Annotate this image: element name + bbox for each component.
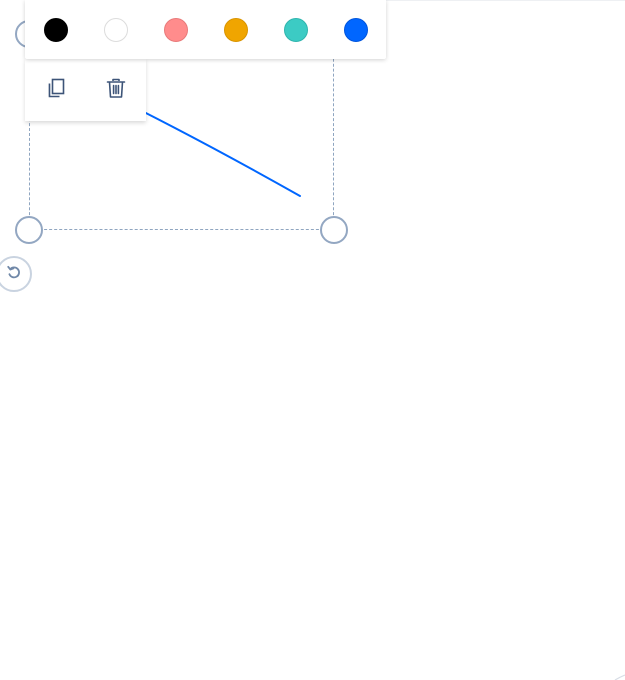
copy-icon: [45, 77, 67, 104]
color-swatch-blue[interactable]: [344, 17, 368, 42]
rotate-handle[interactable]: [0, 256, 32, 292]
trash-icon: [105, 77, 127, 104]
color-swatch-amber[interactable]: [224, 17, 248, 42]
color-swatch-teal[interactable]: [284, 17, 308, 42]
color-picker-toolbar: [25, 0, 386, 59]
resize-handle-bottom-right[interactable]: [320, 216, 348, 244]
duplicate-button[interactable]: [44, 78, 68, 102]
color-swatch-black[interactable]: [44, 17, 68, 42]
color-swatch-coral[interactable]: [164, 17, 188, 42]
color-swatch-white[interactable]: [104, 17, 128, 42]
shape-actions-toolbar: [25, 59, 146, 121]
drawing-canvas[interactable]: [0, 0, 625, 680]
resize-handle-bottom-left[interactable]: [15, 216, 43, 244]
rotate-icon: [5, 263, 23, 286]
canvas-top-border: [386, 0, 625, 1]
delete-button[interactable]: [104, 78, 128, 102]
canvas-corner-mark: [614, 674, 625, 680]
